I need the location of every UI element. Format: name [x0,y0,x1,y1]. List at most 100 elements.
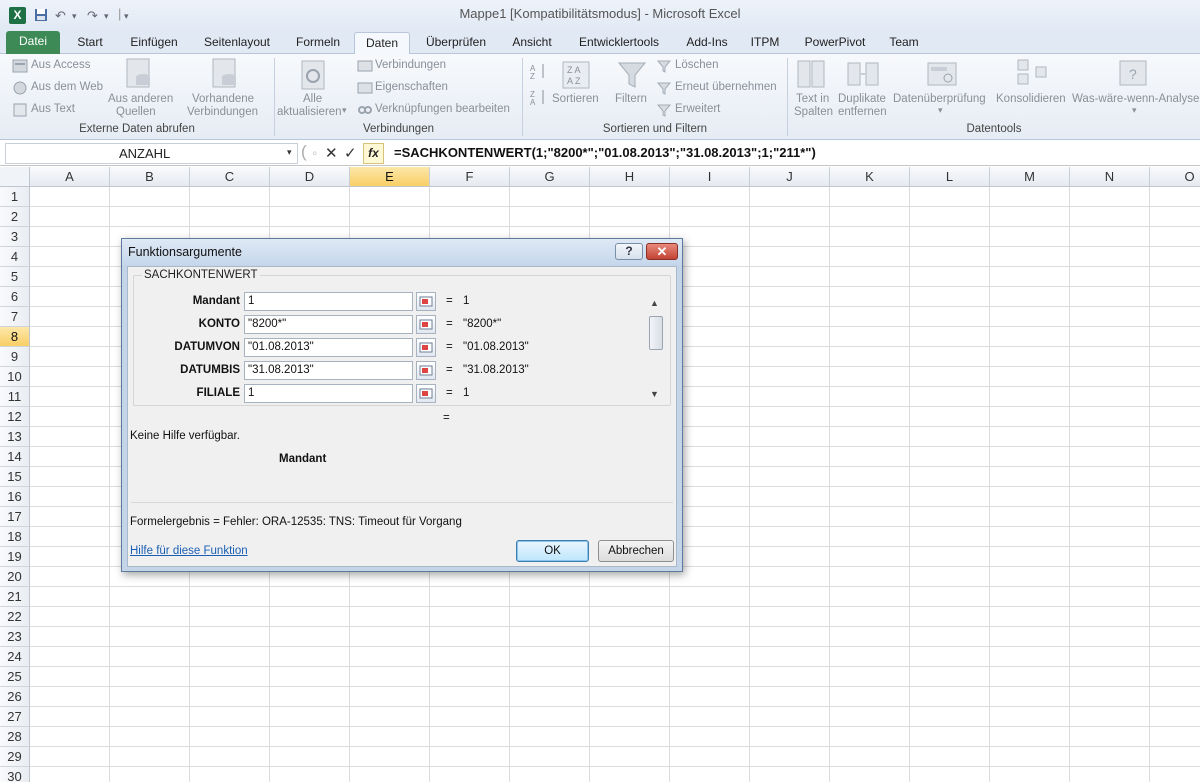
row-header[interactable]: 3 [0,227,30,247]
other-sources-label2[interactable]: Quellen [116,106,156,118]
refresh-all-label2[interactable]: aktualisieren [277,106,342,118]
tab-review[interactable]: Überprüfen [418,32,494,54]
help-link[interactable]: Hilfe für diese Funktion [130,545,248,557]
row-header[interactable]: 11 [0,387,30,407]
row-header[interactable]: 16 [0,487,30,507]
tab-developer[interactable]: Entwicklertools [570,32,668,54]
scroll-thumb[interactable] [649,316,663,350]
row-header[interactable]: 23 [0,627,30,647]
row-header[interactable]: 6 [0,287,30,307]
chevron-down-icon[interactable]: ▾ [938,105,943,116]
advanced-button[interactable]: Erweitert [675,103,720,115]
column-header[interactable]: O [1150,167,1200,187]
row-header[interactable]: 1 [0,187,30,207]
column-header[interactable]: E [350,167,430,187]
enter-formula-icon[interactable]: ✓ [344,144,357,162]
column-header[interactable]: A [30,167,110,187]
existing-connections-label[interactable]: Vorhandene [192,93,254,105]
help-icon[interactable]: ? [615,243,643,260]
row-header[interactable]: 10 [0,367,30,387]
ok-button[interactable]: OK [516,540,589,562]
filter-button[interactable]: Filtern [615,93,647,105]
column-header[interactable]: J [750,167,830,187]
existing-connections-label2[interactable]: Verbindungen [187,106,258,118]
row-header[interactable]: 15 [0,467,30,487]
row-header[interactable]: 18 [0,527,30,547]
konto-input[interactable]: "8200*" [244,315,413,334]
tab-insert[interactable]: Einfügen [120,32,188,54]
chevron-down-icon[interactable]: ▾ [287,147,292,158]
chevron-down-icon[interactable]: ▾ [1132,105,1137,116]
tab-file[interactable]: Datei [6,31,60,54]
sort-za-icon[interactable]: ZA [530,88,548,109]
text-to-columns-label2[interactable]: Spalten [794,106,833,118]
text-to-columns-label[interactable]: Text in [796,93,829,105]
mandant-input[interactable]: 1 [244,292,413,311]
column-header[interactable]: L [910,167,990,187]
row-header[interactable]: 2 [0,207,30,227]
row-header[interactable]: 21 [0,587,30,607]
datumvon-input[interactable]: "01.08.2013" [244,338,413,357]
row-header[interactable]: 7 [0,307,30,327]
remove-duplicates-label2[interactable]: entfernen [838,106,887,118]
sort-az-icon[interactable]: AZ [530,62,548,83]
row-header[interactable]: 12 [0,407,30,427]
collapse-dialog-icon[interactable] [416,384,436,403]
clear-button[interactable]: Löschen [675,59,718,71]
collapse-dialog-icon[interactable] [416,338,436,357]
close-icon[interactable]: ✕ [646,243,678,260]
dialog-title-bar[interactable]: Funktionsargumente ? ✕ [122,239,682,265]
from-web-button[interactable]: Aus dem Web [31,81,103,93]
tab-addins[interactable]: Add-Ins [678,32,736,54]
column-header[interactable]: C [190,167,270,187]
row-header[interactable]: 28 [0,727,30,747]
collapse-dialog-icon[interactable] [416,292,436,311]
row-header[interactable]: 27 [0,707,30,727]
row-header[interactable]: 8 [0,327,30,347]
row-header[interactable]: 26 [0,687,30,707]
tab-page-layout[interactable]: Seitenlayout [194,32,280,54]
column-header[interactable]: K [830,167,910,187]
row-header[interactable]: 14 [0,447,30,467]
row-header[interactable]: 25 [0,667,30,687]
properties-button[interactable]: Eigenschaften [375,81,448,93]
what-if-label[interactable]: Was-wäre-wenn-Analyse [1072,93,1199,105]
row-header[interactable]: 17 [0,507,30,527]
row-header[interactable]: 30 [0,767,30,782]
column-header[interactable]: H [590,167,670,187]
edit-links-button[interactable]: Verknüpfungen bearbeiten [375,103,510,115]
cancel-formula-icon[interactable]: ✕ [325,144,338,162]
tab-formulas[interactable]: Formeln [288,32,348,54]
column-header[interactable]: M [990,167,1070,187]
chevron-down-icon[interactable]: ▾ [342,105,347,116]
tab-itpm[interactable]: ITPM [745,32,785,54]
row-header[interactable]: 13 [0,427,30,447]
formula-input[interactable]: =SACHKONTENWERT(1;"8200*";"01.08.2013";"… [394,145,816,160]
tab-start[interactable]: Start [66,32,114,54]
reapply-button[interactable]: Erneut übernehmen [675,81,777,93]
cancel-button[interactable]: Abbrechen [598,540,674,562]
row-header[interactable]: 4 [0,247,30,267]
column-header[interactable]: N [1070,167,1150,187]
insert-function-icon[interactable]: fx [363,143,384,164]
from-text-button[interactable]: Aus Text [31,103,75,115]
name-box[interactable]: ANZAHL [5,143,298,164]
row-header[interactable]: 24 [0,647,30,667]
column-header[interactable]: I [670,167,750,187]
column-header[interactable]: B [110,167,190,187]
from-access-button[interactable]: Aus Access [31,59,90,71]
column-header[interactable]: D [270,167,350,187]
row-header[interactable]: 29 [0,747,30,767]
row-header[interactable]: 19 [0,547,30,567]
row-header[interactable]: 9 [0,347,30,367]
collapse-dialog-icon[interactable] [416,315,436,334]
arguments-scrollbar[interactable]: ▲ ▼ [648,296,664,402]
data-validation-label[interactable]: Datenüberprüfung [893,93,986,105]
scroll-up-icon[interactable]: ▲ [650,298,659,308]
other-sources-label[interactable]: Aus anderen [108,93,173,105]
refresh-all-label[interactable]: Alle [303,93,322,105]
scroll-down-icon[interactable]: ▼ [650,389,659,399]
filiale-input[interactable]: 1 [244,384,413,403]
consolidate-label[interactable]: Konsolidieren [996,93,1066,105]
tab-data[interactable]: Daten [354,32,410,55]
